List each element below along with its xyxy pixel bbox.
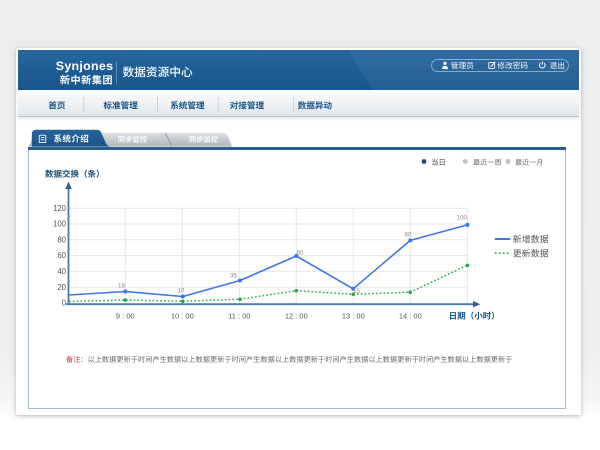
- svg-text:80: 80: [57, 235, 66, 244]
- svg-text:18: 18: [118, 283, 125, 290]
- svg-text:60: 60: [57, 251, 66, 260]
- svg-text:60: 60: [297, 249, 304, 256]
- svg-text:9 : 00: 9 : 00: [116, 312, 135, 321]
- svg-text:20: 20: [57, 283, 66, 292]
- svg-text:40: 40: [57, 267, 66, 276]
- svg-text:14 : 00: 14 : 00: [399, 312, 422, 321]
- svg-text:100: 100: [457, 214, 468, 221]
- svg-text:13 : 00: 13 : 00: [342, 312, 365, 321]
- svg-text:100: 100: [53, 220, 67, 229]
- svg-text:Synjones: Synjones: [56, 59, 114, 73]
- svg-text:80: 80: [405, 232, 412, 239]
- svg-text:10 : 00: 10 : 00: [171, 312, 194, 321]
- svg-text:15: 15: [353, 288, 360, 295]
- svg-text:0: 0: [62, 298, 67, 307]
- svg-text:11 : 00: 11 : 00: [228, 312, 250, 321]
- svg-text:10: 10: [178, 287, 185, 294]
- svg-text:12 : 00: 12 : 00: [285, 312, 308, 321]
- svg-text:35: 35: [230, 273, 237, 280]
- svg-text:120: 120: [53, 204, 67, 213]
